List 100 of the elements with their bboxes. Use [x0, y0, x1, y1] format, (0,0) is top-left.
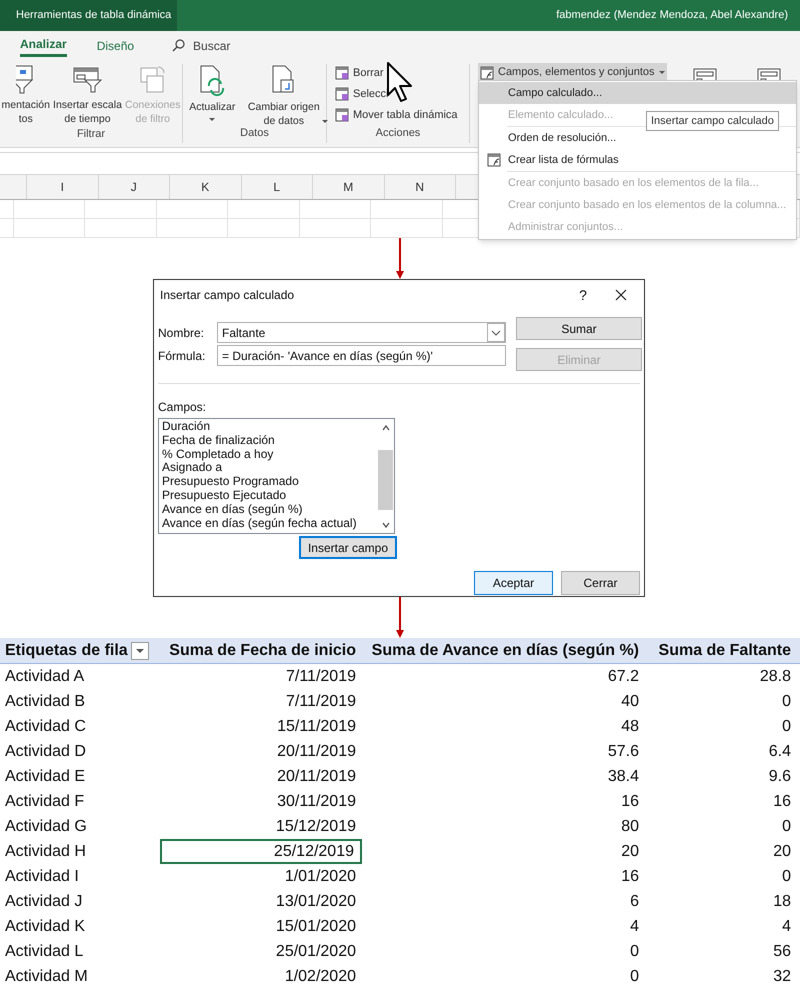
field-list-item[interactable]: Presupuesto Ejecutado	[162, 488, 377, 503]
ribbon-button[interactable]: Borrar	[335, 64, 469, 82]
row-label: Actividad G	[4, 816, 88, 836]
scrollbar-thumb[interactable]	[378, 450, 393, 510]
row-label: Actividad J	[4, 892, 84, 912]
table-cell[interactable]: 20/11/2019	[160, 739, 362, 764]
ribbon-button[interactable]: Mover tabla dinámica	[335, 106, 469, 124]
table-cell-text: 18	[772, 892, 792, 912]
table-cell[interactable]: 20/11/2019	[160, 764, 362, 789]
caret-icon	[322, 120, 328, 124]
table-cell-text: 48	[620, 716, 640, 736]
down-arrow	[395, 238, 405, 279]
column-header[interactable]: I	[27, 175, 98, 199]
table-cell-text: 0	[781, 716, 792, 736]
table-cell-text: 4	[629, 916, 640, 936]
ribbon-button[interactable]: Actualizar	[189, 64, 236, 122]
column-header[interactable]: M	[313, 175, 384, 199]
table-cell[interactable]: 1/01/2020	[160, 864, 362, 889]
dropdown-icon[interactable]	[487, 323, 505, 342]
row-label: Actividad E	[4, 766, 86, 786]
context-tab[interactable]: Herramientas de tabla dinámica	[0, 0, 177, 31]
tooltip: Insertar campo calculado	[646, 111, 779, 131]
table-cell-text: 6.4	[768, 742, 792, 762]
caret-icon	[658, 70, 665, 74]
table-cell-text: 0	[781, 866, 792, 886]
table-cell-text: 28.8	[758, 666, 792, 686]
table-cell[interactable]: 30/11/2019	[160, 789, 362, 814]
table-cell[interactable]: 1/02/2020	[160, 964, 362, 989]
ribbon-tab[interactable]: Analizar	[20, 34, 67, 56]
slicer-filter-icon	[16, 64, 36, 94]
table-cell-text: 9.6	[768, 766, 792, 786]
close-button[interactable]: Cerrar	[561, 571, 640, 595]
row-label: Actividad C	[4, 716, 87, 736]
name-combobox[interactable]: Faltante	[217, 322, 506, 343]
field-list-item[interactable]: Avance en días (según %)	[162, 502, 377, 517]
insert-field-button[interactable]: Insertar campo	[299, 536, 397, 559]
row-label: Actividad H	[4, 842, 87, 862]
table-cell-text: 16	[620, 866, 640, 886]
table-formula-icon	[486, 153, 500, 167]
table-cell-text: 4	[781, 916, 792, 936]
group-label: Filtrar	[76, 127, 106, 142]
ribbon-button[interactable]: Selecci	[335, 85, 469, 103]
table-cell-text: 32	[772, 966, 792, 986]
column-header[interactable]: N	[384, 175, 456, 199]
search-box[interactable]: Buscar	[172, 36, 230, 54]
user-name: fabmendez (Mendez Mendoza, Abel Alexandre)	[556, 8, 789, 24]
row-label: Actividad K	[4, 916, 86, 936]
table-cell[interactable]: 7/11/2019	[160, 664, 362, 689]
table-cell[interactable]: 15/11/2019	[160, 714, 362, 739]
table-cell[interactable]: 15/01/2020	[160, 914, 362, 939]
fields-listbox[interactable]: Duración Fecha de finalización % Completado a hoy Asignado a Presupuesto Programado Presupuesto Ejecutado Avance en días (según %) Avance en días (según fecha actual)	[158, 418, 395, 534]
field-list-item[interactable]: Fecha de finalización	[162, 434, 377, 448]
field-list-item[interactable]: % Completado a hoy	[162, 448, 377, 462]
table-cell[interactable]: 15/12/2019	[160, 814, 362, 839]
field-list-item[interactable]: Avance en días (según fecha actual)	[162, 516, 377, 530]
table-cell-text: 20	[620, 842, 640, 862]
table-icon	[335, 66, 349, 80]
ribbon-tab[interactable]: Diseño	[96, 34, 134, 56]
formula-field[interactable]: = Duración- 'Avance en días (según %)'	[217, 345, 506, 366]
table-cell-text: 16	[772, 792, 792, 812]
table-header: Etiquetas de fila	[5, 640, 128, 660]
field-list-item[interactable]: Presupuesto Programado	[162, 475, 377, 489]
ribbon-button[interactable]: Insertar escala de tiempo	[53, 64, 122, 126]
menu-item[interactable]: Crear lista de fórmulas	[479, 149, 619, 171]
ok-button[interactable]: Aceptar	[474, 571, 553, 595]
name-label: Nombre:	[158, 324, 206, 342]
table-icon	[335, 108, 349, 122]
group-label: Acciones	[374, 126, 422, 141]
table-header: Suma de Fecha de inicio	[168, 640, 357, 660]
menu-item[interactable]: Orden de resolución...	[479, 127, 616, 149]
column-header[interactable]: K	[170, 175, 242, 199]
ribbon-button[interactable]: mentación tos	[2, 64, 50, 126]
table-cell[interactable]: 7/11/2019	[160, 689, 362, 714]
caret-icon	[209, 118, 216, 122]
table-cell-text: 0	[629, 942, 640, 962]
row-label: Actividad D	[4, 742, 87, 762]
table-cell-text: 20	[772, 842, 792, 862]
menu-item[interactable]: Campo calculado...	[479, 82, 796, 104]
table-cell[interactable]: 25/01/2020	[160, 939, 362, 964]
add-button[interactable]: Sumar	[516, 317, 642, 340]
ribbon-button[interactable]: Cambiar origen de datos	[248, 64, 320, 124]
table-cell-text: 0	[629, 966, 640, 986]
table-cell-text: 57.6	[606, 742, 640, 762]
filter-dropdown-icon[interactable]	[130, 642, 149, 660]
close-icon[interactable]	[615, 289, 627, 301]
table-cell[interactable]: 25/12/2019	[160, 839, 362, 864]
table-cell-text: 38.4	[606, 766, 640, 786]
field-list-item[interactable]: Duración	[162, 420, 377, 434]
column-header[interactable]: L	[242, 175, 313, 199]
column-header[interactable]: J	[98, 175, 170, 199]
field-list-item[interactable]: Asignado a	[162, 461, 377, 476]
table-cell[interactable]: 13/01/2020	[160, 889, 362, 914]
table-icon	[335, 87, 349, 101]
row-label: Actividad A	[4, 666, 86, 686]
scroll-down-icon[interactable]	[380, 520, 390, 530]
help-button[interactable]: ?	[568, 284, 598, 306]
formula-label: Fórmula:	[158, 348, 206, 364]
scroll-up-icon[interactable]	[380, 423, 390, 433]
table-header: Suma de Avance en días (según %)	[370, 640, 640, 660]
row-label: Actividad B	[4, 692, 86, 712]
